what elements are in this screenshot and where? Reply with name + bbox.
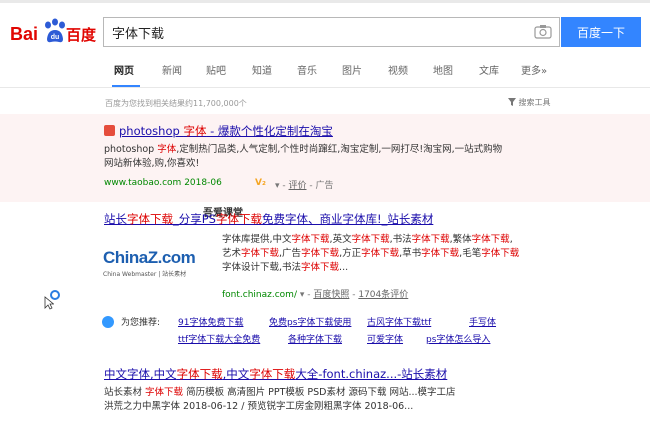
ad-result-url: www.taobao.com 2018-06 [104,178,222,188]
recommend-link[interactable]: ps字体怎么导入 [426,332,490,345]
logo-bai: Bai [10,24,39,44]
chinaz-logo[interactable]: ChinaZ.com China Webmaster | 站长素材 [103,248,208,280]
tab-news[interactable]: 新闻 [162,62,182,77]
mouse-pointer-icon [44,296,54,310]
search-input[interactable] [104,18,532,46]
result-count: 百度为您找到相关结果约11,700,000个 [105,99,247,108]
baidu-logo[interactable]: Bai du 百度 [10,16,96,50]
recommend-link[interactable]: 可爱字体 [367,332,403,345]
search-tabs: 网页 新闻 贴吧 知道 音乐 图片 视频 地图 文库 更多» [0,62,650,84]
tab-music[interactable]: 音乐 [297,62,317,77]
logo-du: du [51,34,60,41]
tab-map[interactable]: 地图 [433,62,453,77]
reviews-link[interactable]: 1704条评价 [358,290,408,300]
tab-wenku[interactable]: 文库 [479,62,499,77]
tab-more[interactable]: 更多» [521,62,547,77]
tab-images[interactable]: 图片 [342,62,362,77]
chinaz-logo-text: ChinaZ.com [103,248,196,267]
tab-zhidao[interactable]: 知道 [252,62,272,77]
top-border [0,0,650,3]
search-tools[interactable]: 搜索工具 [508,97,551,108]
search-box [103,17,560,47]
ad-result-title[interactable]: photoshop 字体 - 爆款个性化定制在淘宝 [119,123,333,139]
tab-tieba[interactable]: 贴吧 [206,62,226,77]
result-title-2[interactable]: 中文字体,中文字体下载,中文字体下载大全-font.chinaz...-站长素材 [104,366,447,382]
ad-rating-link[interactable]: 评价 [289,181,307,191]
result-url: font.chinaz.com/ ▾ - 百度快照 - 1704条评价 [222,290,409,300]
logo-cn: 百度 [66,27,97,44]
snapshot-link[interactable]: 百度快照 [313,290,349,300]
recommend-link[interactable]: 免费ps字体下载使用 [269,315,351,328]
ad-result-meta: ▾ - 评价 - 广告 [275,181,334,191]
recommend-icon [102,316,114,328]
result-snippet-2: 站长素材 字体下载 简历模板 高清图片 PPT模板 PSD素材 源码下载 网站.… [104,387,456,412]
filter-icon [508,98,516,106]
v-badge: V₂ [255,178,266,188]
result-title[interactable]: 站长字体下载_分享PS字体下载免费字体、商业字体库!_站长素材 [104,211,433,227]
search-button[interactable]: 百度一下 [561,17,641,47]
recommend-label: 为您推荐: [121,318,161,328]
recommend-link[interactable]: 手写体 [469,315,496,328]
ad-result-snippet: photoshop 字体,定制热门品类,人气定制,个性时尚蹿红,淘宝定制,一网打… [104,144,503,169]
tab-video[interactable]: 视频 [388,62,408,77]
tabs-divider [0,87,650,88]
chinaz-logo-sub: China Webmaster | 站长素材 [103,271,187,278]
tab-web[interactable]: 网页 [114,62,134,77]
result-snippet: 字体库提供,中文字体下载,英文字体下载,书法字体下载,繁体字体下载, 艺术字体下… [222,234,520,273]
paw-icon: du [45,18,65,43]
recommend-link[interactable]: 各种字体下载 [288,332,342,345]
recommend-link[interactable]: 91字体免费下载 [178,315,243,328]
camera-icon[interactable] [534,24,552,39]
recommend-link[interactable]: ttf字体下载大全免费 [178,332,260,345]
recommend-link[interactable]: 古风字体下载ttf [367,315,431,328]
search-tools-label: 搜索工具 [518,98,551,107]
ad-icon [104,125,115,136]
